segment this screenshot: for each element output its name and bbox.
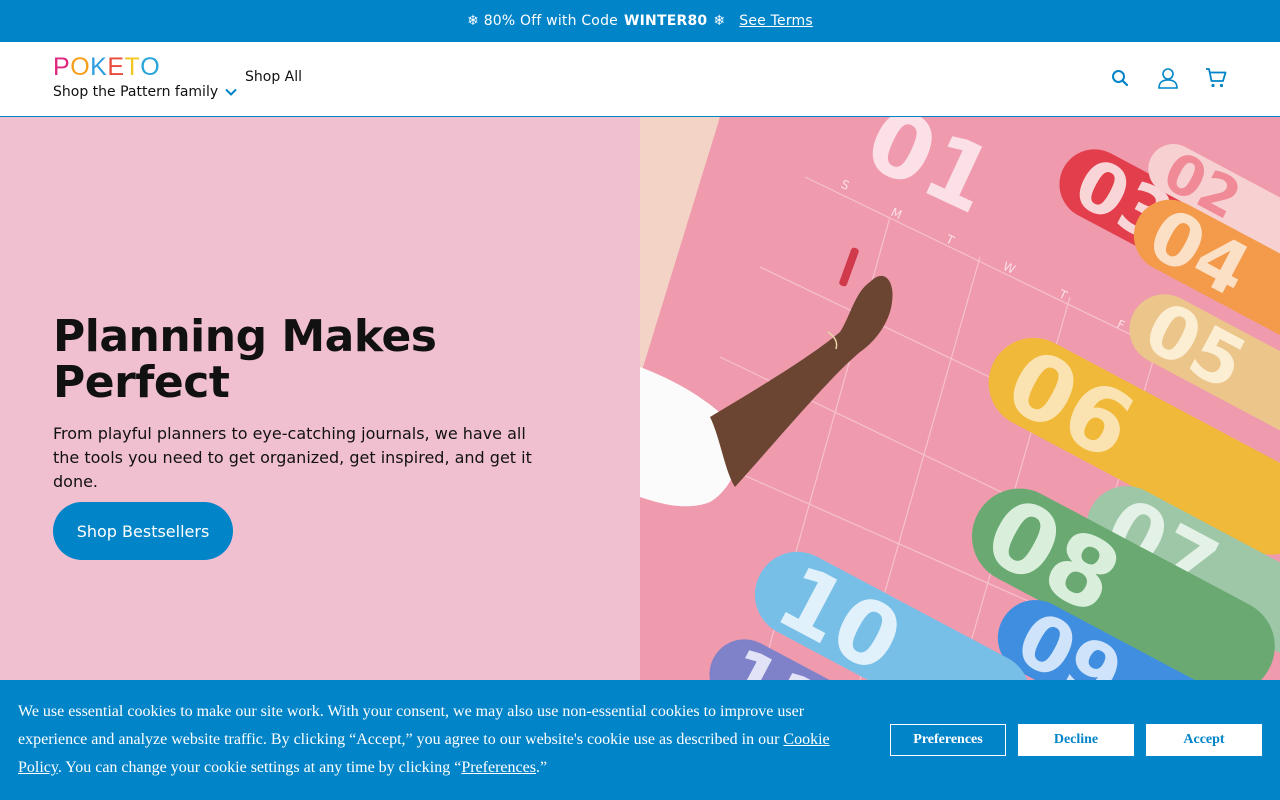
shop-all-link[interactable]: Shop All [245,69,302,85]
shop-bestsellers-button[interactable]: Shop Bestsellers [53,502,233,560]
cookie-preferences-button[interactable]: Preferences [890,724,1006,756]
hero-text-panel: Planning Makes Perfect From playful plan… [0,117,640,680]
see-terms-link[interactable]: See Terms [739,13,813,29]
logo-letter: O [70,53,91,81]
cookie-text-after: .” [535,759,548,776]
planner-posters-illustration: 01 S M T W T F S 03 02 04 [640,117,1280,680]
cookie-accept-button[interactable]: Accept [1146,724,1262,756]
logo-letter: O [140,53,161,81]
search-icon[interactable] [1108,66,1132,90]
family-label: Shop the Pattern family [53,84,219,100]
poketo-logo[interactable]: P O K E T O [53,53,161,81]
cookie-preferences-link[interactable]: Preferences [461,759,536,776]
cookie-decline-button[interactable]: Decline [1018,724,1134,756]
chevron-down-icon [225,88,237,96]
cart-icon[interactable] [1204,66,1228,90]
cookie-banner: We use essential cookies to make our sit… [0,680,1280,800]
hero-subtitle: From playful planners to eye-catching jo… [53,424,532,491]
hero-title: Planning Makes Perfect [53,311,437,408]
logo-letter: P [53,53,71,81]
site-header: P O K E T O Shop the Pattern family Shop… [0,42,1280,117]
hero-image: 01 S M T W T F S 03 02 04 [640,117,1280,680]
promo-code: WINTER80 [623,13,708,29]
shop-pattern-family-dropdown[interactable]: Shop the Pattern family [53,84,237,100]
announcement-prefix: ❄ 80% Off with Code [467,13,618,29]
cookie-text-middle: . You can change your cookie settings at… [57,759,462,776]
logo-letter: K [90,53,108,81]
account-icon[interactable] [1156,66,1180,90]
header-icons [1108,66,1228,90]
cookie-message: We use essential cookies to make our sit… [18,698,848,782]
logo-letter: E [107,53,125,81]
logo-letter: T [124,53,141,81]
announcement-bar: ❄ 80% Off with Code WINTER80 ❄ See Terms [0,0,1280,42]
announcement-suffix: ❄ [713,13,726,29]
cookie-text-before: We use essential cookies to make our sit… [18,703,805,748]
